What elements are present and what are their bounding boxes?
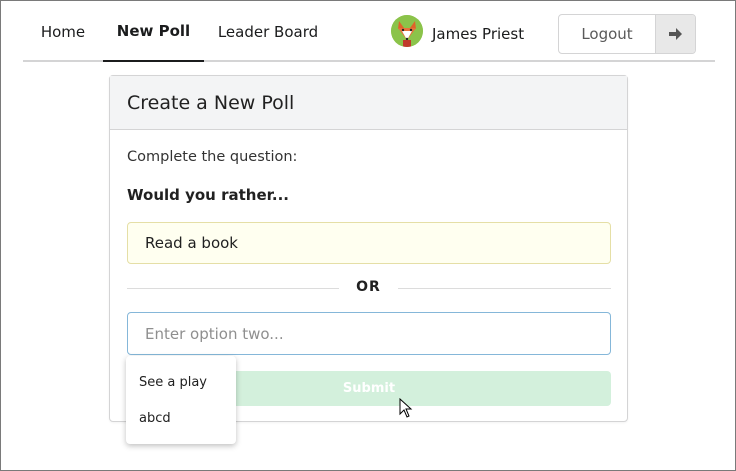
fox-avatar-icon bbox=[391, 15, 423, 47]
nav-new-poll[interactable]: New Poll bbox=[103, 1, 204, 62]
divider-left bbox=[127, 288, 339, 289]
user-name: James Priest bbox=[432, 25, 525, 43]
would-you-rather-label: Would you rather... bbox=[127, 186, 289, 204]
logout-label: Logout bbox=[581, 25, 633, 43]
user-info: James Priest bbox=[391, 13, 524, 49]
suggestion-item[interactable]: See a play bbox=[126, 364, 236, 400]
logout-button[interactable]: Logout bbox=[558, 14, 696, 54]
mouse-pointer-icon bbox=[399, 397, 413, 423]
option-two-input[interactable] bbox=[127, 312, 611, 355]
question-prompt: Complete the question: bbox=[127, 149, 298, 165]
top-nav: Home New Poll Leader Board James Priest bbox=[23, 1, 715, 62]
sign-out-icon bbox=[655, 15, 695, 53]
divider-right bbox=[398, 288, 611, 289]
suggestion-item[interactable]: abcd bbox=[126, 400, 236, 436]
card-title: Create a New Poll bbox=[110, 76, 627, 130]
option-one-field[interactable]: Read a book bbox=[127, 222, 611, 264]
or-divider-label: OR bbox=[356, 279, 381, 295]
nav-leader-board[interactable]: Leader Board bbox=[209, 1, 327, 62]
nav-home[interactable]: Home bbox=[25, 1, 101, 62]
autocomplete-dropdown: See a play abcd bbox=[126, 356, 236, 444]
